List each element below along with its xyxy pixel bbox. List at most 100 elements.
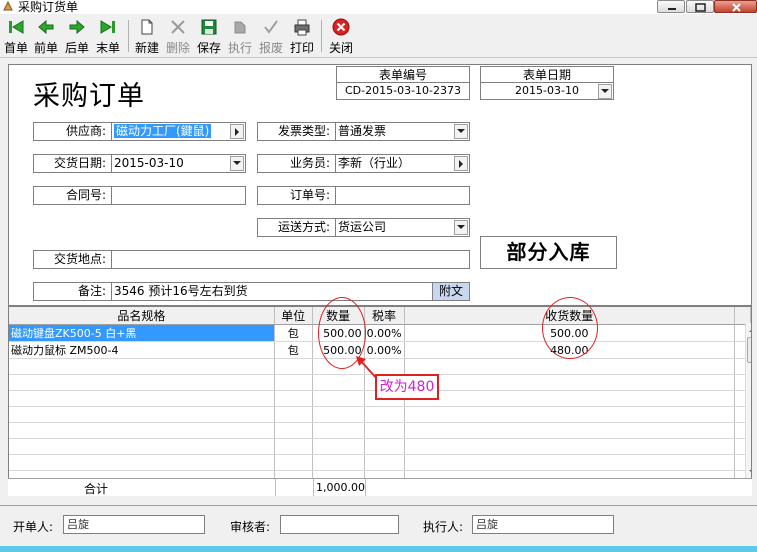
delete-icon [171, 20, 185, 34]
first-button[interactable]: 首单 [3, 18, 29, 58]
total-qty: 1,000.00 [316, 481, 365, 494]
chevron-down-icon [233, 161, 241, 165]
attachment-button[interactable]: 附文 [432, 282, 470, 301]
items-grid: 品名规格 单位 数量 税率 收货数量 磁动键盘ZK500-5 白+黑 包 500… [8, 306, 752, 496]
last-button[interactable]: 末单 [95, 18, 121, 58]
reviewer-field[interactable] [280, 515, 399, 534]
next-button[interactable]: 后单 [64, 18, 90, 58]
minimize-button[interactable] [657, 0, 685, 13]
creator-label: 开单人: [13, 520, 54, 534]
cell-unit[interactable]: 包 [274, 341, 313, 359]
scrollbar-thumb[interactable] [747, 337, 751, 363]
annotation-ellipse-received [542, 297, 598, 359]
order-number-label: 订单号: [257, 186, 336, 205]
window-title: 采购订货单 [18, 0, 79, 14]
supplier-field[interactable]: 磁动力工厂(鍵鼠) [111, 122, 246, 141]
invoice-value: 普通发票 [338, 124, 387, 138]
col-header-unit[interactable]: 单位 [274, 307, 313, 325]
toolbar-separator [128, 20, 129, 52]
execute-icon [234, 21, 246, 34]
vertical-scrollbar[interactable] [745, 323, 752, 479]
delivery-date-field[interactable]: 2015-03-10 [111, 154, 246, 173]
footer-divider [0, 505, 757, 506]
invoice-select[interactable]: 普通发票 [335, 122, 470, 141]
title-bar: 采购订货单 [0, 0, 757, 14]
cell-tax[interactable]: 0.00% [364, 324, 405, 342]
total-row: 合计 1,000.00 [8, 478, 752, 496]
executor-field[interactable]: 吕旋 [472, 515, 614, 534]
cell-name[interactable]: 磁动键盘ZK500-5 白+黑 [9, 324, 275, 342]
status-badge: 部分入库 [480, 236, 617, 269]
chevron-down-icon [601, 89, 609, 93]
col-header-tax[interactable]: 税率 [364, 307, 405, 325]
chevron-down-icon [457, 225, 465, 229]
remark-label: 备注: [33, 282, 112, 301]
contract-field[interactable] [111, 186, 246, 205]
close-icon [732, 3, 741, 12]
page-title: 采购订单 [33, 81, 145, 112]
delivery-place-field[interactable] [111, 250, 470, 269]
new-document-icon [141, 19, 153, 35]
total-label: 合计 [84, 482, 109, 496]
close-window-button[interactable] [714, 0, 757, 13]
scrap-button[interactable]: 报废 [258, 18, 284, 58]
maximize-button[interactable] [686, 0, 714, 13]
supplier-label: 供应商: [33, 122, 112, 141]
close-button[interactable]: 关闭 [328, 18, 354, 58]
prev-button[interactable]: 前单 [33, 18, 59, 58]
print-button[interactable]: 打印 [289, 18, 315, 58]
shipping-dropdown-button[interactable] [454, 220, 468, 235]
date-dropdown-button[interactable] [598, 84, 612, 99]
supplier-picker-button[interactable] [230, 124, 244, 139]
annotation-note: 改为480 [375, 374, 439, 400]
save-button[interactable]: 保存 [196, 18, 222, 58]
salesman-picker-button[interactable] [454, 156, 468, 171]
cell-name[interactable]: 磁动力鼠标 ZM500-4 [9, 341, 275, 359]
execute-button[interactable]: 执行 [227, 18, 253, 58]
prev-record-icon [38, 19, 54, 35]
col-header-name[interactable]: 品名规格 [9, 307, 275, 325]
shipping-select[interactable]: 货运公司 [335, 218, 470, 237]
chevron-right-icon [235, 128, 239, 136]
scroll-up-icon[interactable] [749, 326, 752, 334]
delivery-place-label: 交货地点: [33, 250, 112, 269]
remark-field[interactable]: 3546 预计16号左右到货 [111, 282, 433, 301]
order-number-field[interactable] [335, 186, 470, 205]
date-field[interactable]: 2015-03-10 [480, 82, 614, 100]
scroll-down-icon[interactable] [749, 468, 752, 476]
delivery-date-dropdown-button[interactable] [230, 156, 244, 171]
items-table: 品名规格 单位 数量 税率 收货数量 磁动键盘ZK500-5 白+黑 包 500… [9, 307, 751, 495]
date-value: 2015-03-10 [515, 84, 579, 97]
maximize-icon [695, 3, 706, 12]
creator-field[interactable]: 吕旋 [63, 515, 205, 534]
chevron-right-icon [459, 160, 463, 168]
table-header-row: 品名规格 单位 数量 税率 收货数量 [9, 307, 751, 325]
table-row-empty[interactable] [9, 422, 751, 439]
shipping-label: 运送方式: [257, 218, 336, 237]
col-header-spacer [734, 307, 751, 325]
toolbar-separator [321, 20, 322, 52]
table-row[interactable]: 磁动键盘ZK500-5 白+黑 包 500.00 0.00% 500.00 [9, 324, 751, 342]
printer-icon [294, 19, 310, 36]
invoice-label: 发票类型: [257, 122, 336, 141]
table-row-empty[interactable] [9, 438, 751, 455]
salesman-value: 李新（行业） [338, 156, 411, 170]
new-button[interactable]: 新建 [134, 18, 160, 58]
save-icon [201, 19, 217, 35]
order-no-value: CD-2015-03-10-2373 [336, 82, 470, 100]
shipping-value: 货运公司 [338, 220, 387, 234]
table-row-empty[interactable] [9, 406, 751, 423]
delivery-date-value: 2015-03-10 [114, 156, 184, 170]
table-row-empty[interactable] [9, 454, 751, 471]
cell-unit[interactable]: 包 [274, 324, 313, 342]
checkmark-icon [264, 20, 278, 34]
salesman-label: 业务员: [257, 154, 336, 173]
toolbar: 首单 前单 后单 末单 新建 删除 保存 执行 报废 打印 关闭 [0, 14, 757, 58]
salesman-field[interactable]: 李新（行业） [335, 154, 470, 173]
delete-button[interactable]: 删除 [165, 18, 191, 58]
reviewer-label: 审核者: [230, 520, 271, 534]
executor-label: 执行人: [423, 520, 464, 534]
total-divider [365, 479, 366, 496]
invoice-dropdown-button[interactable] [454, 124, 468, 139]
contract-label: 合同号: [33, 186, 112, 205]
